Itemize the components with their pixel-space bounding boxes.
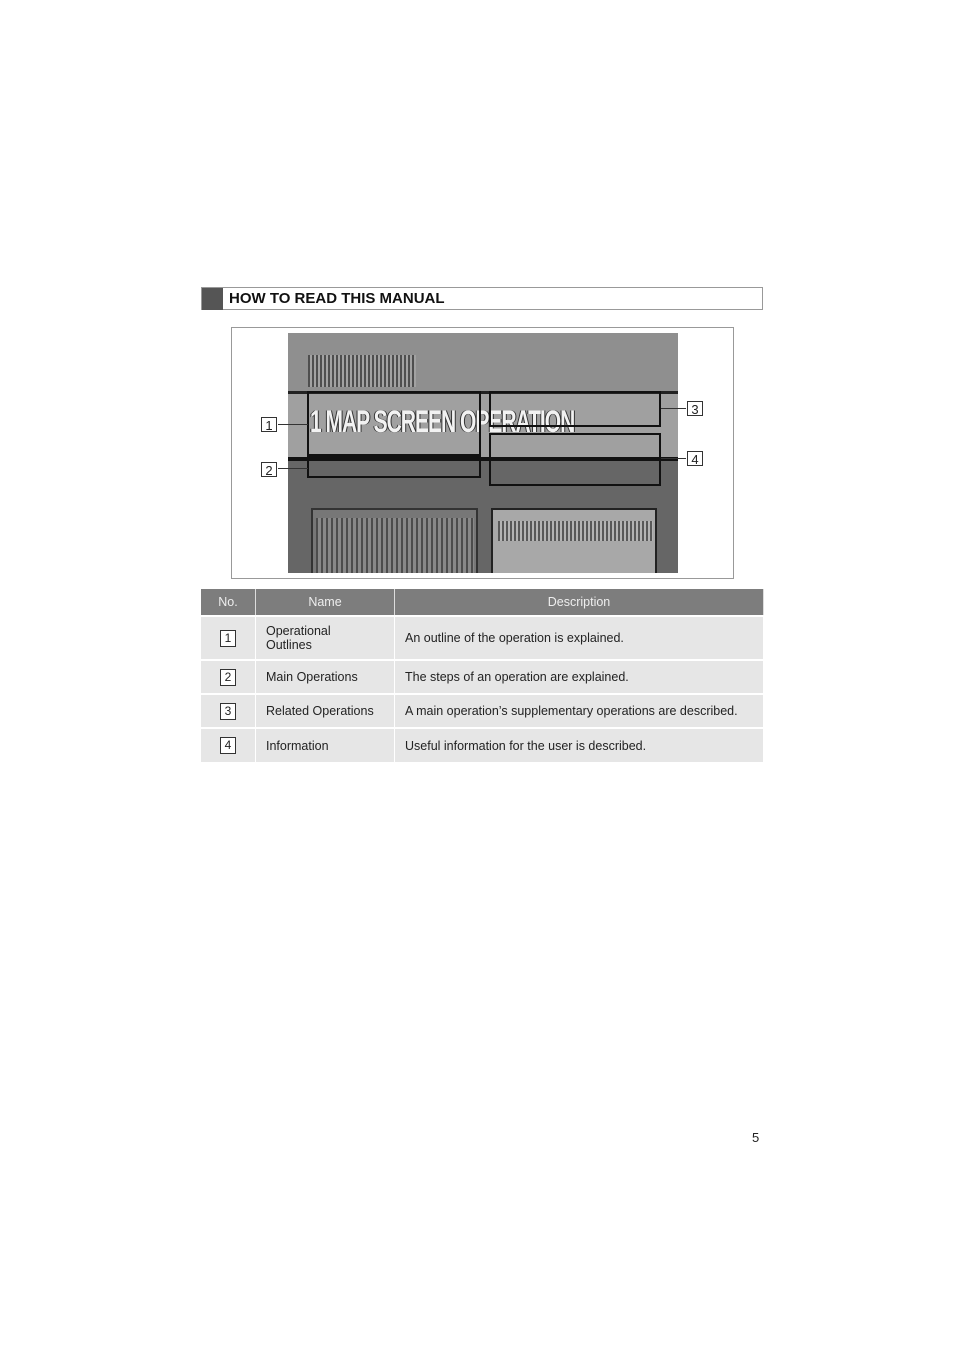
row-description: An outline of the operation is explained… [394,615,764,660]
header-description: Description [394,589,764,616]
table-row: 3 Related Operations A main operation’s … [201,693,764,728]
sample-page-illustration: 1 MAP SCREEN OPERATION [288,333,678,573]
row-description: A main operation’s supplementary operati… [394,693,764,728]
row-number: 4 [220,737,236,754]
row-name: Information [255,727,395,762]
row-name: Related Operations [255,693,395,728]
callout-2: 2 [261,462,277,478]
callout-1: 1 [261,417,277,433]
table-row: 1 Operational Outlines An outline of the… [201,615,764,660]
table-row: 2 Main Operations The steps of an operat… [201,659,764,694]
row-description: Useful information for the user is descr… [394,727,764,762]
header-no: No. [201,589,256,616]
section-header: HOW TO READ THIS MANUAL [201,287,763,310]
table-header-row: No. Name Description [201,589,764,616]
table-row: 4 Information Useful information for the… [201,727,764,762]
callout-3: 3 [687,401,703,417]
row-name: Operational Outlines [266,624,331,652]
row-number: 1 [220,629,236,647]
row-description: The steps of an operation are explained. [394,659,764,694]
row-number: 2 [220,668,236,686]
header-name: Name [255,589,395,616]
section-marker [202,288,223,310]
illustration-frame: 1 MAP SCREEN OPERATION 1 2 3 4 [231,327,734,579]
page-number: 5 [752,1130,760,1145]
row-name: Main Operations [255,659,395,694]
section-title: HOW TO READ THIS MANUAL [229,290,445,307]
legend-table: No. Name Description 1 Operational Outli… [201,589,764,762]
row-number: 3 [220,702,236,720]
callout-4: 4 [687,451,703,467]
